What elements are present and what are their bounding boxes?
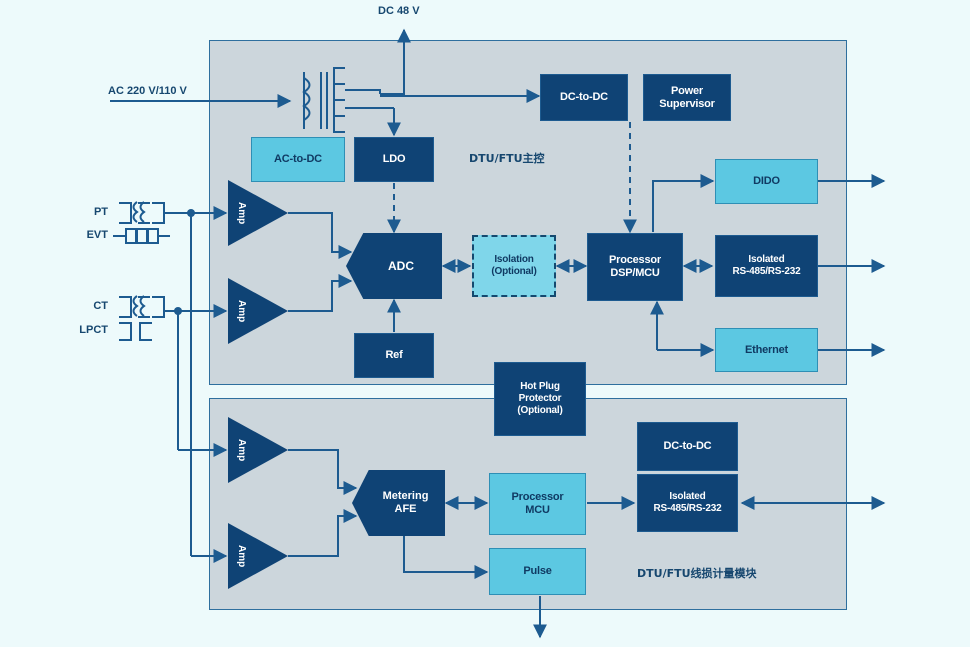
block-isolated-rs-bottom[interactable]: Isolated RS-485/RS-232 bbox=[637, 474, 738, 532]
block-label-amp-lower-1: Amp bbox=[236, 438, 247, 462]
label-lpct: LPCT bbox=[79, 324, 108, 336]
block-label-isolated-rs-top-2: RS-485/RS-232 bbox=[732, 266, 801, 277]
block-label-hot-plug-1: Hot Plug bbox=[520, 381, 560, 393]
panel-caption-main-control: DTU/FTU主控 bbox=[469, 152, 545, 165]
block-label-metering-afe-1: Metering bbox=[382, 489, 429, 502]
block-dc-to-dc-top[interactable]: DC-to-DC bbox=[540, 74, 628, 121]
block-label-isolation-2: (Optional) bbox=[491, 266, 537, 277]
block-adc[interactable]: ADC bbox=[346, 233, 442, 299]
block-label-metering-afe-2: AFE bbox=[394, 503, 417, 515]
block-label-isolated-rs-bottom-2: RS-485/RS-232 bbox=[653, 503, 722, 514]
block-dido[interactable]: DIDO bbox=[715, 159, 818, 204]
block-label-adc: ADC bbox=[388, 258, 414, 273]
amp-label-wrap: Amp bbox=[228, 180, 288, 246]
block-ethernet[interactable]: Ethernet bbox=[715, 328, 818, 372]
block-label-dc-to-dc-top: DC-to-DC bbox=[560, 91, 608, 104]
connector-layer bbox=[110, 28, 886, 639]
block-label-ac-to-dc: AC-to-DC bbox=[274, 153, 322, 166]
block-processor-mcu[interactable]: Processor MCU bbox=[489, 473, 586, 535]
block-label-processor-mcu-1: Processor bbox=[511, 491, 564, 504]
block-label-hot-plug-3: (Optional) bbox=[517, 404, 563, 416]
block-label-ref: Ref bbox=[385, 349, 403, 362]
block-label-processor-dsp-2: DSP/MCU bbox=[610, 267, 660, 279]
block-amp-ct[interactable]: Amp bbox=[228, 278, 288, 344]
label-ac-mains: AC 220 V/110 V bbox=[108, 85, 187, 97]
block-processor-dsp-mcu[interactable]: Processor DSP/MCU bbox=[587, 233, 683, 301]
block-metering-afe[interactable]: Metering AFE bbox=[352, 470, 445, 536]
block-pulse[interactable]: Pulse bbox=[489, 548, 586, 595]
label-dc-48v: DC 48 V bbox=[378, 5, 420, 17]
block-isolation[interactable]: Isolation (Optional) bbox=[472, 235, 556, 297]
block-ldo[interactable]: LDO bbox=[354, 137, 434, 182]
block-amp-pt[interactable]: Amp bbox=[228, 180, 288, 246]
block-label-pulse: Pulse bbox=[523, 565, 552, 578]
block-label-isolation-1: Isolation bbox=[494, 254, 534, 266]
block-hot-plug-protector[interactable]: Hot Plug Protector (Optional) bbox=[494, 362, 586, 436]
block-ac-to-dc[interactable]: AC-to-DC bbox=[251, 137, 345, 182]
block-label-processor-dsp-1: Processor bbox=[608, 254, 661, 267]
block-label-dc-to-dc-bottom: DC-to-DC bbox=[663, 440, 712, 453]
amp-label-wrap: Amp bbox=[228, 523, 288, 589]
block-label-amp-pt: Amp bbox=[236, 201, 247, 225]
block-label-isolated-rs-bottom-1: Isolated bbox=[669, 491, 706, 503]
block-label-ethernet: Ethernet bbox=[744, 343, 789, 356]
block-label-amp-ct: Amp bbox=[236, 299, 247, 323]
block-dc-to-dc-bottom[interactable]: DC-to-DC bbox=[637, 422, 738, 471]
block-isolated-rs-top[interactable]: Isolated RS-485/RS-232 bbox=[715, 235, 818, 297]
label-evt: EVT bbox=[86, 229, 108, 241]
block-label-processor-mcu-2: MCU bbox=[525, 504, 550, 516]
block-label-dido: DIDO bbox=[753, 175, 780, 188]
label-pt: PT bbox=[93, 206, 108, 218]
amp-label-wrap: Amp bbox=[228, 278, 288, 344]
block-label-isolated-rs-top-1: Isolated bbox=[748, 254, 785, 266]
amp-label-wrap: Amp bbox=[228, 417, 288, 483]
block-label-hot-plug-2: Protector bbox=[518, 393, 562, 405]
block-power-supervisor[interactable]: Power Supervisor bbox=[643, 74, 731, 121]
block-label-ldo: LDO bbox=[382, 153, 406, 166]
block-label-amp-lower-2: Amp bbox=[236, 544, 247, 568]
block-amp-lower-1[interactable]: Amp bbox=[228, 417, 288, 483]
block-amp-lower-2[interactable]: Amp bbox=[228, 523, 288, 589]
block-ref[interactable]: Ref bbox=[354, 333, 434, 378]
label-ct: CT bbox=[93, 300, 108, 312]
block-label-power-supervisor-1: Power bbox=[670, 84, 703, 97]
panel-caption-line-loss: DTU/FTU线损计量模块 bbox=[637, 567, 757, 580]
block-label-power-supervisor-2: Supervisor bbox=[659, 97, 715, 110]
diagram-canvas: DC 48 V AC 220 V/110 V PT EVT CT LPCT DT… bbox=[0, 0, 970, 647]
